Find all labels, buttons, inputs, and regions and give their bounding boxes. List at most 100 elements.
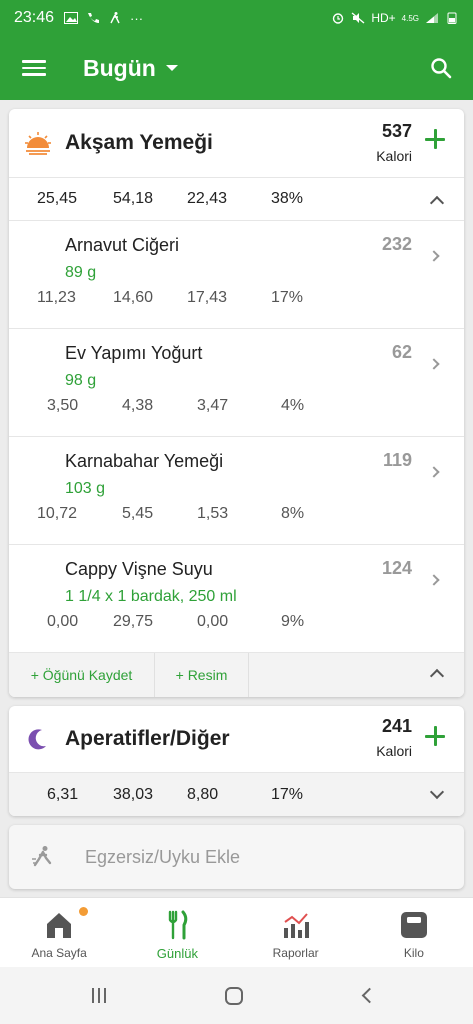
meal-summary-row[interactable]: 6,31 38,03 8,80 17% (9, 772, 464, 816)
network-label: HD+ (371, 11, 396, 25)
home-icon (47, 913, 72, 938)
food-quantity: 89 g (65, 264, 97, 281)
total-percent: 38% (271, 190, 304, 207)
search-icon[interactable] (429, 56, 453, 80)
scale-icon (400, 912, 427, 938)
food-item[interactable]: Arnavut Ciğeri 89 g 232 11,23 14,60 17,4… (9, 221, 464, 329)
alarm-icon (333, 13, 344, 24)
hamburger-icon[interactable] (22, 60, 46, 76)
meal-header[interactable]: Aperatifler/Diğer 241 Kalori (9, 706, 464, 772)
status-time: 23:46 (14, 9, 55, 26)
food-quantity: 98 g (65, 372, 97, 389)
food-percent: 4% (281, 397, 305, 414)
running-icon (32, 846, 52, 867)
food-fat: 0,00 (197, 613, 229, 630)
meal-calories: 241 Kalori (376, 716, 412, 759)
tab-diary[interactable]: Günlük (118, 898, 236, 967)
food-calories: 119 (382, 450, 412, 470)
food-quantity: 103 g (65, 480, 106, 497)
food-protein: 11,23 (37, 289, 76, 306)
food-percent: 17% (271, 289, 304, 306)
status-bar: 23:46 ··· HD+ 4.5G (0, 0, 473, 36)
food-percent: 9% (281, 613, 305, 630)
food-item[interactable]: Ev Yapımı Yoğurt 98 g 62 3,50 4,38 3,47 … (9, 329, 464, 437)
add-photo-button[interactable]: + Resim (155, 653, 249, 697)
chevron-right-icon[interactable] (428, 358, 440, 370)
system-navigation-bar (0, 967, 473, 1024)
notification-badge (79, 907, 88, 916)
food-fat: 17,43 (187, 289, 228, 306)
food-name: Cappy Vişne Suyu (65, 559, 213, 579)
add-food-icon[interactable] (425, 726, 445, 746)
add-exercise-card[interactable]: Egzersiz/Uyku Ekle (9, 825, 464, 889)
food-quantity: 1 1/4 x 1 bardak, 250 ml (65, 588, 237, 605)
meal-summary-row[interactable]: 25,45 54,18 22,43 38% (9, 177, 464, 221)
tab-weight[interactable]: Kilo (355, 898, 473, 967)
dropdown-caret-icon[interactable] (165, 65, 178, 71)
meal-card-dinner: Akşam Yemeği 537 Kalori 25,45 54,18 22,4… (9, 109, 464, 697)
meal-card-snacks: Aperatifler/Diğer 241 Kalori 6,31 38,03 … (9, 706, 464, 816)
chart-icon (283, 913, 309, 938)
food-name: Ev Yapımı Yoğurt (65, 343, 203, 363)
gallery-icon (64, 12, 79, 24)
tab-label: Kilo (403, 946, 424, 960)
sunset-icon (25, 132, 51, 155)
save-meal-button[interactable]: + Öğünü Kaydet (9, 653, 155, 697)
calorie-unit: Kalori (376, 743, 412, 759)
network-type: 4.5G (401, 13, 419, 23)
food-fat: 1,53 (197, 505, 229, 522)
total-carbs: 38,03 (113, 785, 154, 803)
total-protein: 6,31 (47, 785, 79, 803)
food-name: Karnabahar Yemeği (65, 451, 224, 471)
mute-icon (351, 12, 365, 24)
total-fat: 22,43 (187, 190, 228, 207)
food-protein: 10,72 (37, 505, 78, 522)
meal-actions: + Öğünü Kaydet + Resim (9, 653, 464, 697)
battery-icon (447, 12, 457, 24)
bottom-navigation: Ana Sayfa Günlük Raporlar Kilo (0, 897, 473, 967)
tab-label: Ana Sayfa (31, 946, 87, 960)
add-exercise-label: Egzersiz/Uyku Ekle (85, 846, 241, 867)
calorie-total: 241 (381, 716, 412, 736)
food-item[interactable]: Cappy Vişne Suyu 1 1/4 x 1 bardak, 250 m… (9, 545, 464, 653)
food-name: Arnavut Ciğeri (65, 235, 180, 255)
food-carbs: 4,38 (122, 397, 154, 414)
meal-header[interactable]: Akşam Yemeği 537 Kalori (9, 109, 464, 177)
total-protein: 25,45 (37, 190, 78, 207)
total-fat: 8,80 (187, 785, 219, 803)
home-button-icon[interactable] (225, 987, 243, 1005)
recents-icon[interactable] (92, 988, 106, 1003)
tab-reports[interactable]: Raporlar (237, 898, 355, 967)
collapse-chevron-icon[interactable] (429, 195, 445, 211)
food-item[interactable]: Karnabahar Yemeği 103 g 119 10,72 5,45 1… (9, 437, 464, 545)
back-icon[interactable] (361, 987, 378, 1004)
chevron-right-icon[interactable] (428, 250, 440, 262)
meal-title: Aperatifler/Diğer (65, 727, 230, 750)
total-percent: 17% (271, 785, 304, 803)
meal-title: Akşam Yemeği (65, 131, 213, 154)
meal-calories: 537 Kalori (376, 121, 412, 164)
food-carbs: 5,45 (122, 505, 154, 522)
tab-label: Günlük (156, 946, 198, 961)
food-fat: 3,47 (197, 397, 229, 414)
food-protein: 3,50 (47, 397, 79, 414)
expand-chevron-icon[interactable] (429, 784, 445, 800)
system-icons: HD+ 4.5G (331, 11, 459, 25)
walking-icon (110, 12, 120, 24)
food-percent: 8% (281, 505, 305, 522)
app-bar: Bugün (0, 36, 473, 100)
add-food-icon[interactable] (425, 129, 445, 149)
food-calories: 124 (381, 558, 412, 578)
phone-icon (88, 13, 100, 23)
moon-icon (28, 729, 46, 750)
chevron-right-icon[interactable] (428, 466, 440, 478)
total-carbs: 54,18 (113, 190, 154, 207)
collapse-chevron-icon[interactable] (429, 668, 445, 684)
signal-icon (426, 13, 438, 23)
tab-home[interactable]: Ana Sayfa (0, 898, 118, 967)
notification-icons: ··· (64, 11, 143, 26)
food-carbs: 14,60 (113, 289, 154, 306)
chevron-right-icon[interactable] (428, 574, 440, 586)
date-selector[interactable]: Bugün (83, 55, 156, 82)
food-protein: 0,00 (47, 613, 79, 630)
